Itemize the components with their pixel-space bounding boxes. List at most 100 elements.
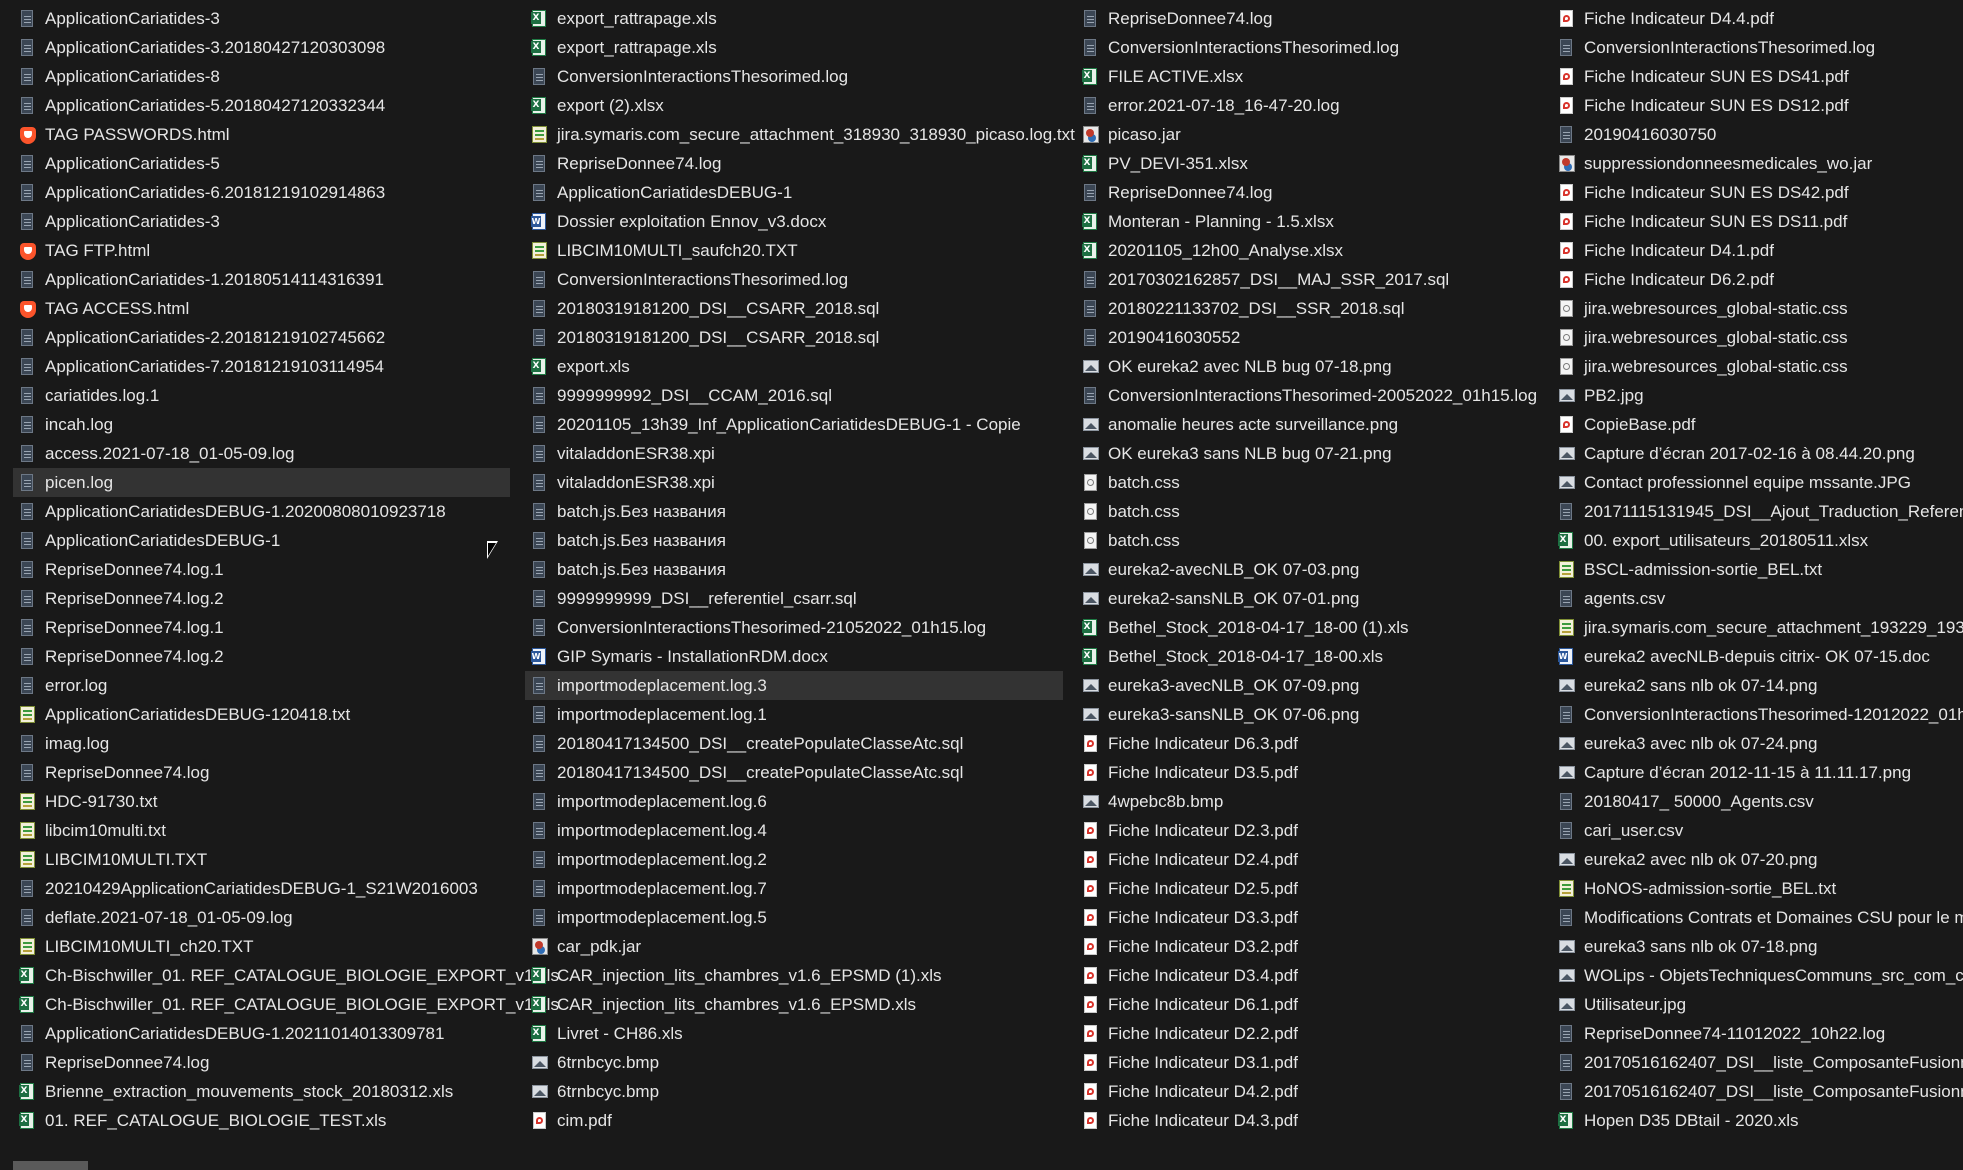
file-item[interactable]: eureka2 avecNLB-depuis citrix- OK 07-15.… [1552, 642, 1963, 671]
file-item[interactable]: vitaladdonESR38.xpi [525, 439, 1063, 468]
file-item[interactable]: Fiche Indicateur D6.1.pdf [1076, 990, 1536, 1019]
file-item[interactable]: Fiche Indicateur D3.5.pdf [1076, 758, 1536, 787]
file-item[interactable]: 20171115131945_DSI__Ajout_Traduction_Ref… [1552, 497, 1963, 526]
file-item[interactable]: 20170516162407_DSI__liste_ComposanteFusi… [1552, 1077, 1963, 1106]
file-item[interactable]: Fiche Indicateur D4.3.pdf [1076, 1106, 1536, 1135]
file-item[interactable]: 4wpebc8b.bmp [1076, 787, 1536, 816]
file-item[interactable]: 20190416030750 [1552, 120, 1963, 149]
file-item[interactable]: ConversionInteractionsThesorimed-2005202… [1076, 381, 1537, 410]
file-item[interactable]: Fiche Indicateur D3.2.pdf [1076, 932, 1536, 961]
file-item[interactable]: CAR_injection_lits_chambres_v1.6_EPSMD.x… [525, 990, 1063, 1019]
file-item[interactable]: RepriseDonnee74.log.2 [13, 642, 510, 671]
file-item[interactable]: batch.css [1076, 497, 1536, 526]
file-item[interactable]: error.log [13, 671, 510, 700]
file-item[interactable]: ApplicationCariatides-5 [13, 149, 510, 178]
file-item[interactable]: picaso.jar [1076, 120, 1536, 149]
file-item[interactable]: 00. export_utilisateurs_20180511.xlsx [1552, 526, 1963, 555]
file-item[interactable]: HDC-91730.txt [13, 787, 510, 816]
file-item[interactable]: 20190416030552 [1076, 323, 1536, 352]
file-item[interactable]: Hopen D35 DBtail - 2020.xls [1552, 1106, 1963, 1135]
file-item[interactable]: Monteran - Planning - 1.5.xlsx [1076, 207, 1536, 236]
file-item[interactable]: RepriseDonnee74.log [13, 1048, 510, 1077]
file-item[interactable]: ApplicationCariatides-3 [13, 207, 510, 236]
file-item[interactable]: Fiche Indicateur SUN ES DS12.pdf [1552, 91, 1963, 120]
file-item[interactable]: eureka3-avecNLB_OK 07-09.png [1076, 671, 1536, 700]
file-item[interactable]: batch.js.Без названия [525, 555, 1063, 584]
file-item[interactable]: cari_user.csv [1552, 816, 1963, 845]
file-item[interactable]: jira.webresources_global-static.css [1552, 352, 1963, 381]
file-item[interactable]: Bethel_Stock_2018-04-17_18-00 (1).xls [1076, 613, 1536, 642]
file-item[interactable]: importmodeplacement.log.3 [525, 671, 1063, 700]
file-item[interactable]: ApplicationCariatides-6.2018121910291486… [13, 178, 510, 207]
file-item[interactable]: RepriseDonnee74.log.1 [13, 555, 510, 584]
file-item[interactable]: Fiche Indicateur D2.2.pdf [1076, 1019, 1536, 1048]
file-item[interactable]: ConversionInteractionsThesorimed.log [1076, 33, 1536, 62]
file-item[interactable]: OK eureka3 sans NLB bug 07-21.png [1076, 439, 1536, 468]
file-item[interactable]: Fiche Indicateur D3.3.pdf [1076, 903, 1536, 932]
file-item[interactable]: Livret - CH86.xls [525, 1019, 1063, 1048]
file-item[interactable]: batch.css [1076, 526, 1536, 555]
file-item[interactable]: importmodeplacement.log.2 [525, 845, 1063, 874]
file-item[interactable]: LIBCIM10MULTI.TXT [13, 845, 510, 874]
file-item[interactable]: ApplicationCariatidesDEBUG-1.20200808010… [13, 497, 510, 526]
file-item[interactable]: RepriseDonnee74.log.1 [13, 613, 510, 642]
file-item[interactable]: RepriseDonnee74.log [1076, 178, 1536, 207]
file-item[interactable]: agents.csv [1552, 584, 1963, 613]
file-item[interactable]: imag.log [13, 729, 510, 758]
file-item[interactable]: ApplicationCariatidesDEBUG-120418.txt [13, 700, 510, 729]
file-item[interactable]: Modifications Contrats et Domaines CSU p… [1552, 903, 1963, 932]
file-item[interactable]: Ch-Bischwiller_01. REF_CATALOGUE_BIOLOGI… [13, 961, 559, 990]
file-item[interactable]: error.2021-07-18_16-47-20.log [1076, 91, 1536, 120]
file-item[interactable]: importmodeplacement.log.1 [525, 700, 1063, 729]
file-item[interactable]: ApplicationCariatides-7.2018121910311495… [13, 352, 510, 381]
file-item[interactable]: 9999999992_DSI__CCAM_2016.sql [525, 381, 1063, 410]
file-item[interactable]: RepriseDonnee74-11012022_10h22.log [1552, 1019, 1963, 1048]
file-item[interactable]: Fiche Indicateur D3.4.pdf [1076, 961, 1536, 990]
file-item[interactable]: suppressiondonneesmedicales_wo.jar [1552, 149, 1963, 178]
file-item[interactable]: 20180221133702_DSI__SSR_2018.sql [1076, 294, 1536, 323]
file-item[interactable]: ApplicationCariatidesDEBUG-1.20211014013… [13, 1019, 510, 1048]
file-item[interactable]: 01. REF_CATALOGUE_BIOLOGIE_TEST.xls [13, 1106, 510, 1135]
file-item[interactable]: Utilisateur.jpg [1552, 990, 1963, 1019]
file-item[interactable]: export_rattrapage.xls [525, 4, 1063, 33]
file-item[interactable]: 6trnbcyc.bmp [525, 1077, 1063, 1106]
file-item[interactable]: Ch-Bischwiller_01. REF_CATALOGUE_BIOLOGI… [13, 990, 559, 1019]
file-item[interactable]: 20180417_ 50000_Agents.csv [1552, 787, 1963, 816]
file-item[interactable]: Fiche Indicateur SUN ES DS11.pdf [1552, 207, 1963, 236]
file-item[interactable]: ApplicationCariatides-3 [13, 4, 510, 33]
file-item[interactable]: jira.symaris.com_secure_attachment_31893… [525, 120, 1075, 149]
file-item[interactable]: 20180319181200_DSI__CSARR_2018.sql [525, 323, 1063, 352]
file-item[interactable]: importmodeplacement.log.6 [525, 787, 1063, 816]
file-item[interactable]: TAG FTP.html [13, 236, 510, 265]
file-item[interactable]: LIBCIM10MULTI_ch20.TXT [13, 932, 510, 961]
file-item[interactable]: Fiche Indicateur D4.1.pdf [1552, 236, 1963, 265]
horizontal-scrollbar-thumb[interactable] [13, 1161, 88, 1170]
file-item[interactable]: ConversionInteractionsThesorimed.log [1552, 33, 1963, 62]
file-item[interactable]: GIP Symaris - InstallationRDM.docx [525, 642, 1063, 671]
file-item[interactable]: eureka2 avec nlb ok 07-20.png [1552, 845, 1963, 874]
file-item[interactable]: WOLips - ObjetsTechniquesCommuns_src_com… [1552, 961, 1963, 990]
file-item[interactable]: ApplicationCariatidesDEBUG-1 [13, 526, 510, 555]
file-item[interactable]: TAG PASSWORDS.html [13, 120, 510, 149]
file-item[interactable]: Dossier exploitation Ennov_v3.docx [525, 207, 1063, 236]
file-item[interactable]: export (2).xlsx [525, 91, 1063, 120]
file-item[interactable]: 6trnbcyc.bmp [525, 1048, 1063, 1077]
file-item[interactable]: 20170302162857_DSI__MAJ_SSR_2017.sql [1076, 265, 1536, 294]
file-item[interactable]: eureka3 avec nlb ok 07-24.png [1552, 729, 1963, 758]
file-item[interactable]: eureka3 sans nlb ok 07-18.png [1552, 932, 1963, 961]
file-item[interactable]: libcim10multi.txt [13, 816, 510, 845]
file-item[interactable]: Capture d’écran 2012-11-15 à 11.11.17.pn… [1552, 758, 1963, 787]
file-item[interactable]: Fiche Indicateur SUN ES DS41.pdf [1552, 62, 1963, 91]
file-item[interactable]: 20210429ApplicationCariatidesDEBUG-1_S21… [13, 874, 510, 903]
file-item[interactable]: CAR_injection_lits_chambres_v1.6_EPSMD (… [525, 961, 1063, 990]
file-item[interactable]: ApplicationCariatides-5.2018042712033234… [13, 91, 510, 120]
file-item[interactable]: PB2.jpg [1552, 381, 1963, 410]
file-item[interactable]: Fiche Indicateur D2.3.pdf [1076, 816, 1536, 845]
file-item[interactable]: access.2021-07-18_01-05-09.log [13, 439, 510, 468]
file-item[interactable]: car_pdk.jar [525, 932, 1063, 961]
file-item[interactable]: batch.css [1076, 468, 1536, 497]
file-item[interactable]: Fiche Indicateur D3.1.pdf [1076, 1048, 1536, 1077]
file-item[interactable]: Fiche Indicateur D4.2.pdf [1076, 1077, 1536, 1106]
file-item[interactable]: Fiche Indicateur D6.2.pdf [1552, 265, 1963, 294]
file-item[interactable]: incah.log [13, 410, 510, 439]
